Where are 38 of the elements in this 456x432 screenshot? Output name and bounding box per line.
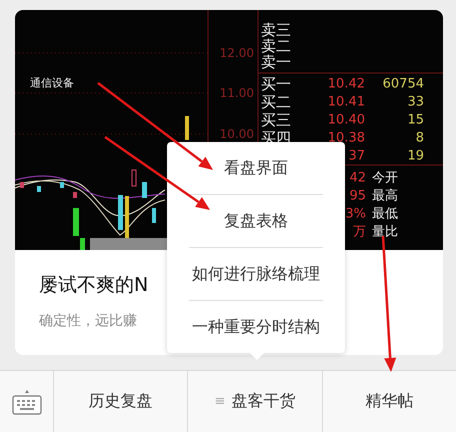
bid-volume: 33 xyxy=(407,94,424,110)
stat-value: 95 xyxy=(349,188,366,204)
order-label: 卖二 xyxy=(261,37,291,55)
price-tick: 10.00 xyxy=(220,127,254,141)
order-label: 买一 xyxy=(261,75,291,93)
bid-price: 37 xyxy=(348,148,365,164)
price-tick: 11.00 xyxy=(220,86,254,100)
bid-volume: 15 xyxy=(407,112,424,128)
list-icon: ≡ xyxy=(214,394,226,409)
article-title: 屡试不爽的N xyxy=(39,273,148,298)
stat-label: 最高 xyxy=(372,188,398,204)
menu-item[interactable]: 如何进行脉络梳理 xyxy=(167,248,345,300)
menu-item[interactable]: 一种重要分时结构 xyxy=(167,301,345,353)
article-summary: 确定性，远比赚 xyxy=(39,312,137,330)
order-label: 买二 xyxy=(261,93,291,111)
bottom-menu-item[interactable]: 精华帖 xyxy=(365,391,414,412)
stat-label: 量比 xyxy=(372,224,398,240)
candlestick xyxy=(185,116,189,140)
order-label: 卖三 xyxy=(261,21,291,39)
bottom-menu-item[interactable]: 历史复盘 xyxy=(88,391,153,412)
stat-value: 3% xyxy=(345,206,366,222)
bid-volume: 8 xyxy=(416,130,424,146)
order-label: 卖一 xyxy=(261,53,291,71)
price-tick: 12.00 xyxy=(220,46,254,60)
stat-value: 42 xyxy=(349,170,366,186)
keyboard-icon[interactable] xyxy=(12,388,42,414)
order-label: 买三 xyxy=(261,111,291,129)
bid-price: 10.42 xyxy=(328,76,365,92)
bid-volume: 60754 xyxy=(382,76,424,92)
bottom-menu-item[interactable]: 盘客干货 xyxy=(231,391,296,412)
stat-label: 今开 xyxy=(372,170,398,186)
bid-price: 10.40 xyxy=(328,112,365,128)
stat-value: 万 xyxy=(353,224,366,240)
bid-price: 10.41 xyxy=(328,94,365,110)
bid-volume: 19 xyxy=(407,148,424,164)
menu-item[interactable]: 复盘表格 xyxy=(167,195,345,247)
stat-label: 最低 xyxy=(372,206,398,222)
sector-label: 通信设备 xyxy=(30,76,74,90)
